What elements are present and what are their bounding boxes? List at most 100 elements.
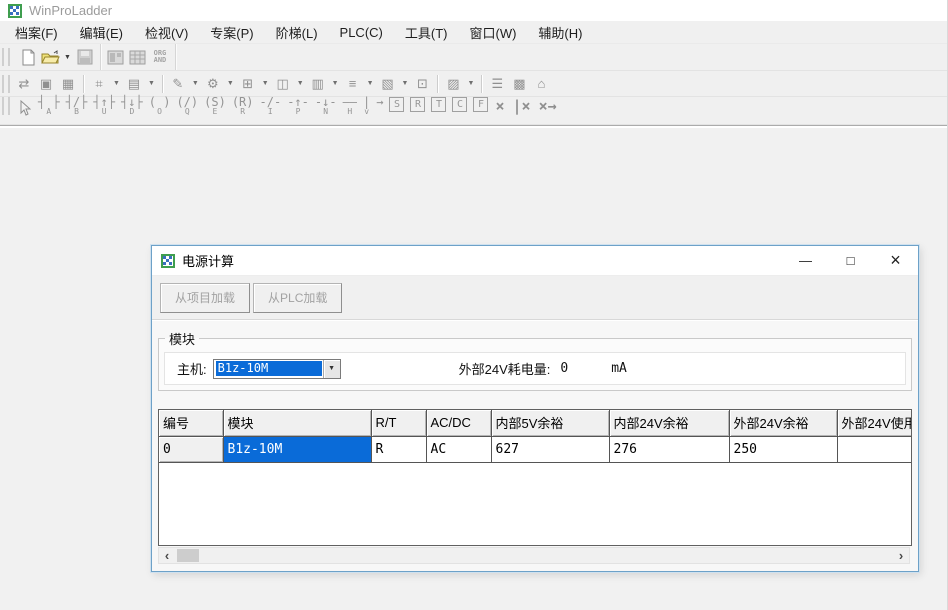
cell-rt[interactable]: R — [371, 436, 426, 462]
io-transfer-icon[interactable]: ⇄ — [13, 73, 35, 95]
col-header-rt[interactable]: R/T — [371, 410, 426, 436]
dropdown-arrow[interactable]: ▼ — [145, 80, 158, 87]
contact-up-icon[interactable]: ┤↑├U — [93, 97, 115, 116]
table-search-icon[interactable]: ▨ — [442, 73, 464, 95]
menu-ladder[interactable]: 阶梯(L) — [265, 21, 329, 44]
cell-ext24v-used[interactable] — [837, 436, 912, 462]
new-document-button[interactable] — [17, 46, 39, 68]
ladder-query-icon[interactable]: ▩ — [508, 73, 530, 95]
falling-edge-icon[interactable]: -↓-N — [315, 97, 337, 116]
step-arrow-icon[interactable]: → — [376, 97, 383, 108]
step-box-icon[interactable]: S — [389, 97, 404, 112]
col-header-int5v-margin[interactable]: 内部5V余裕 — [491, 410, 609, 436]
menu-file[interactable]: 档案(F) — [4, 21, 69, 44]
load-from-project-button[interactable]: 从项目加载 — [160, 283, 250, 313]
function-box-icon[interactable]: F — [473, 97, 488, 112]
org-and-instruction-icon[interactable]: ORGAND — [149, 46, 171, 68]
dialog-title: 电源计算 — [182, 251, 234, 270]
toolbar-grip[interactable] — [2, 75, 10, 93]
chip-icon[interactable]: ▣ — [35, 73, 57, 95]
col-header-acdc[interactable]: AC/DC — [426, 410, 491, 436]
maximize-button[interactable]: □ — [828, 246, 873, 275]
col-header-module[interactable]: 模块 — [223, 410, 371, 436]
contact-a-icon[interactable]: ┤ ├A — [38, 97, 60, 116]
dropdown-arrow[interactable]: ▼ — [224, 80, 237, 87]
col-header-ext24v-used[interactable]: 外部24V使用 — [837, 410, 912, 436]
menu-view[interactable]: 检视(V) — [134, 21, 199, 44]
load-from-plc-button[interactable]: 从PLC加载 — [253, 283, 342, 313]
open-dropdown-arrow[interactable]: ▼ — [61, 54, 74, 61]
coil-out-icon[interactable]: ( )O — [149, 97, 171, 116]
dialog-titlebar[interactable]: 电源计算 — □ × — [152, 246, 918, 276]
delete-column-icon[interactable]: |× — [513, 97, 531, 115]
ladder-window-icon[interactable]: ▤ — [123, 73, 145, 95]
ext24v-consumption-value: 0 — [560, 361, 568, 376]
layout-window-icon[interactable] — [105, 46, 127, 68]
coil-not-icon[interactable]: (/)Q — [176, 97, 198, 116]
vertical-line-icon[interactable]: |v — [363, 97, 370, 116]
host-combobox-value: B1z-10M — [216, 361, 322, 376]
toolbar-grip[interactable] — [2, 97, 10, 115]
project-window-icon[interactable]: ⌗ — [88, 73, 110, 95]
cell-number[interactable]: 0 — [159, 436, 223, 462]
counter-box-icon[interactable]: C — [452, 97, 467, 112]
minimize-button[interactable]: — — [783, 246, 828, 275]
col-header-number[interactable]: 编号 — [159, 410, 223, 436]
bars-query-icon[interactable]: ☰ — [486, 73, 508, 95]
user-icon[interactable]: ◫ — [272, 73, 294, 95]
host-combobox-arrow[interactable]: ▼ — [323, 360, 340, 378]
dropdown-arrow[interactable]: ▼ — [329, 80, 342, 87]
menu-project[interactable]: 专案(P) — [199, 21, 264, 44]
close-button[interactable]: × — [873, 246, 918, 275]
menu-tools[interactable]: 工具(T) — [394, 21, 459, 44]
security-key-icon[interactable]: ▥ — [307, 73, 329, 95]
dropdown-arrow[interactable]: ▼ — [110, 80, 123, 87]
delete-row-icon[interactable]: ×→ — [539, 97, 557, 115]
coil-set-icon[interactable]: (S)E — [204, 97, 226, 116]
toolbar-grip[interactable] — [2, 48, 10, 66]
cell-int24v-margin[interactable]: 276 — [609, 436, 729, 462]
delete-element-icon[interactable]: × — [495, 97, 504, 115]
horizontal-scrollbar[interactable]: ‹ › — [158, 547, 910, 564]
horizontal-line-icon[interactable]: ——H — [343, 97, 357, 116]
contact-query-icon[interactable]: ⌂ — [530, 73, 552, 95]
dropdown-arrow[interactable]: ▼ — [294, 80, 307, 87]
id-card-icon[interactable]: ⊡ — [411, 73, 433, 95]
col-header-int24v-margin[interactable]: 内部24V余裕 — [609, 410, 729, 436]
relay-box-icon[interactable]: R — [410, 97, 425, 112]
menu-plc[interactable]: PLC(C) — [329, 23, 394, 42]
menu-edit[interactable]: 编辑(E) — [69, 21, 134, 44]
key-module-icon[interactable]: ▧ — [377, 73, 399, 95]
scrollbar-thumb[interactable] — [177, 549, 199, 562]
dropdown-arrow[interactable]: ▼ — [259, 80, 272, 87]
contact-b-icon[interactable]: ┤/├B — [66, 97, 88, 116]
cell-int5v-margin[interactable]: 627 — [491, 436, 609, 462]
cell-module-selected[interactable]: B1z-10M — [223, 436, 371, 462]
select-cursor-icon[interactable] — [13, 97, 35, 119]
coil-reset-icon[interactable]: (R)R — [232, 97, 254, 116]
menu-window[interactable]: 窗口(W) — [458, 21, 527, 44]
rising-edge-icon[interactable]: -↑-P — [287, 97, 309, 116]
status-setup-icon[interactable]: ⚙ — [202, 73, 224, 95]
user-config-icon[interactable]: ⊞ — [237, 73, 259, 95]
invert-icon[interactable]: -/-I — [260, 97, 282, 116]
dropdown-arrow[interactable]: ▼ — [464, 80, 477, 87]
scroll-right-arrow[interactable]: › — [893, 548, 909, 563]
open-project-button[interactable] — [39, 46, 61, 68]
cell-ext24v-margin[interactable]: 250 — [729, 436, 837, 462]
scroll-left-arrow[interactable]: ‹ — [159, 548, 175, 563]
list-icon[interactable]: ≡ — [342, 73, 364, 95]
contact-down-icon[interactable]: ┤↓├D — [121, 97, 143, 116]
dropdown-arrow[interactable]: ▼ — [399, 80, 412, 87]
cell-acdc[interactable]: AC — [426, 436, 491, 462]
col-header-ext24v-margin[interactable]: 外部24V余裕 — [729, 410, 837, 436]
save-button[interactable] — [74, 46, 96, 68]
dropdown-arrow[interactable]: ▼ — [189, 80, 202, 87]
grid-window-icon[interactable] — [127, 46, 149, 68]
edit-comment-icon[interactable]: ✎ — [167, 73, 189, 95]
menu-help[interactable]: 辅助(H) — [527, 21, 593, 44]
memory-grid-icon[interactable]: ▦ — [57, 73, 79, 95]
host-combobox[interactable]: B1z-10M ▼ — [213, 359, 341, 379]
dropdown-arrow[interactable]: ▼ — [364, 80, 377, 87]
timer-box-icon[interactable]: T — [431, 97, 446, 112]
